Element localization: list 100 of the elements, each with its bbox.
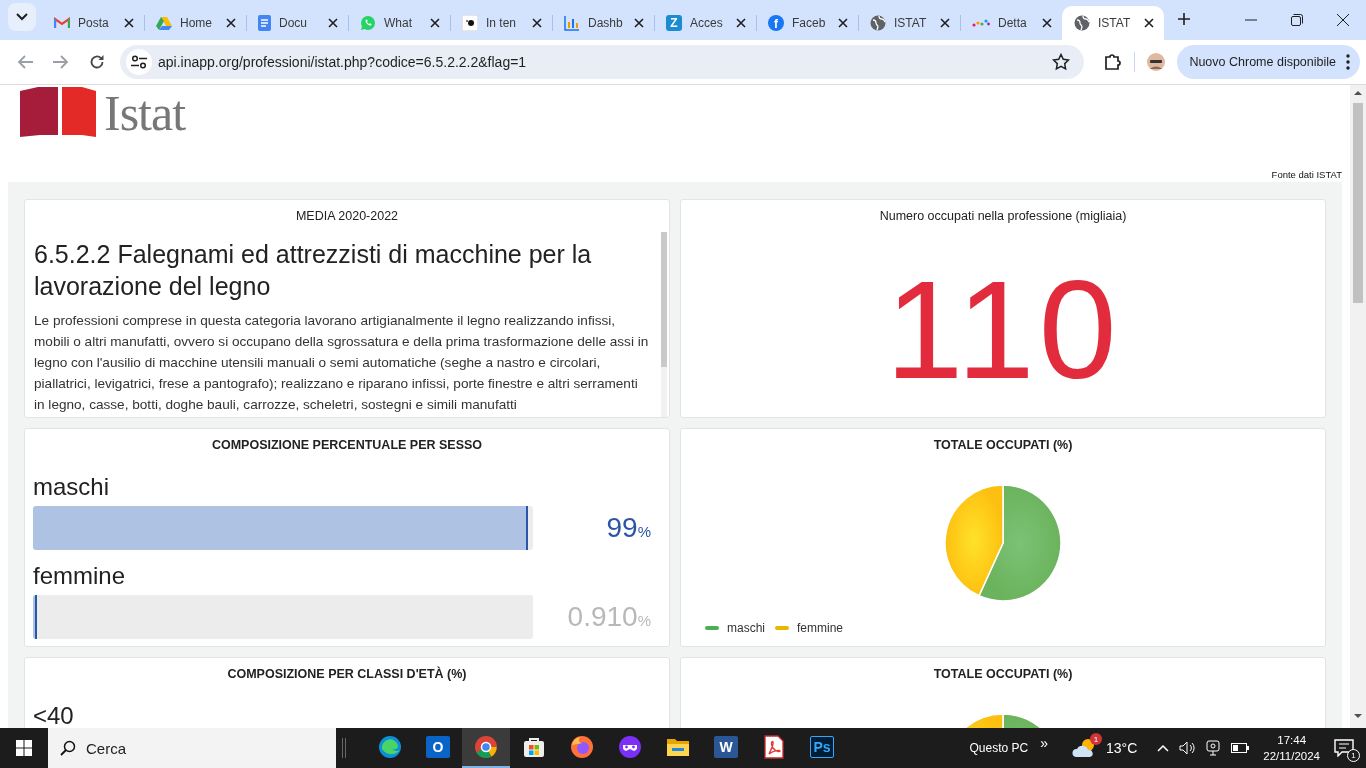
tab-title: Detta <box>998 16 1028 30</box>
taskbar-app[interactable]: Ps <box>798 728 846 768</box>
tab-search-button[interactable] <box>8 3 36 31</box>
more-vertical-icon <box>1346 54 1350 70</box>
chevron-up-icon[interactable] <box>1157 744 1170 752</box>
temperature-text[interactable]: 13°C <box>1106 740 1138 756</box>
more-toolbars-button[interactable]: » <box>1040 735 1048 751</box>
site-settings-icon[interactable] <box>131 55 147 69</box>
close-icon[interactable] <box>940 18 950 28</box>
card-header: COMPOSIZIONE PERCENTUALE PER SESSO <box>210 437 484 454</box>
camera-icon[interactable] <box>1205 740 1222 756</box>
card-header: Numero occupati nella professione (migliaia) <box>878 208 1128 225</box>
bar-label: <40 <box>32 701 75 728</box>
restore-icon <box>1291 14 1303 26</box>
url-text: api.inapp.org/professioni/istat.php?codice=6.5.2.2.2&flag=1 <box>158 54 527 70</box>
legend-label[interactable]: maschi <box>727 621 765 635</box>
windows-start-icon[interactable] <box>16 740 32 756</box>
tab-title: Acces <box>690 16 724 30</box>
dots-icon <box>972 18 990 28</box>
notification-badge: 1 <box>1090 733 1102 745</box>
tab-title: Dashb <box>588 16 624 30</box>
mask-icon <box>618 735 642 759</box>
taskbar-toolbar-label[interactable]: Questo PC <box>969 741 1029 755</box>
app-logo: Ps <box>810 736 834 758</box>
back-arrow-icon[interactable] <box>17 55 33 69</box>
card-header: MEDIA 2020-2022 <box>294 208 400 225</box>
taskbar-app[interactable]: O <box>414 728 462 768</box>
browser-tab[interactable]: ISTAT <box>858 6 960 40</box>
tab-title: Posta <box>78 16 110 30</box>
card-header: TOTALE OCCUPATI (%) <box>932 666 1074 683</box>
chevron-down-icon <box>16 13 28 21</box>
fox-circle-icon <box>570 735 594 759</box>
minimize-icon <box>1245 19 1257 21</box>
close-icon[interactable] <box>838 18 848 28</box>
card-header: TOTALE OCCUPATI (%) <box>932 437 1074 454</box>
app-logo: W <box>714 736 738 758</box>
avatar-icon[interactable] <box>1146 52 1167 72</box>
tab-title: ISTAT <box>894 16 928 30</box>
star-icon[interactable] <box>1052 53 1071 71</box>
browser-tab[interactable]: Posta <box>42 6 144 40</box>
app-logo: O <box>426 736 450 758</box>
close-icon[interactable] <box>1042 18 1052 28</box>
tab-title: Home <box>180 16 213 30</box>
close-icon[interactable] <box>328 18 338 28</box>
browser-tab[interactable]: f Faceb <box>756 6 858 40</box>
logo-text: Istat <box>104 89 186 137</box>
close-icon[interactable] <box>634 18 644 28</box>
logo-mark-icon <box>20 87 96 137</box>
bar-chart-icon <box>564 15 580 31</box>
close-icon[interactable] <box>532 18 542 28</box>
forward-arrow-icon[interactable] <box>53 55 69 69</box>
taskbar-app[interactable] <box>462 728 510 768</box>
browser-tab[interactable]: Home <box>144 6 246 40</box>
clock[interactable]: 17:44 22/11/2024 <box>1263 732 1320 764</box>
chat-icon <box>360 15 376 31</box>
close-icon[interactable] <box>430 18 440 28</box>
browser-tab[interactable]: Z Acces <box>654 6 756 40</box>
tab-title: In ten <box>486 16 518 30</box>
browser-tab[interactable]: Dashb <box>552 6 654 40</box>
close-icon[interactable] <box>124 18 134 28</box>
employee-count: 110 <box>884 260 1122 400</box>
browser-tab[interactable]: Docu <box>246 6 348 40</box>
tab-title: Faceb <box>792 16 827 30</box>
search-field[interactable]: Cerca <box>48 728 336 768</box>
plus-icon <box>1178 12 1190 25</box>
tab-title: Docu <box>279 16 308 30</box>
close-icon[interactable] <box>736 18 746 28</box>
speaker-icon[interactable] <box>1179 741 1196 755</box>
shopping-bag-icon <box>522 735 546 759</box>
globe-icon <box>870 15 886 31</box>
taskbar-app[interactable]: W <box>702 728 750 768</box>
legend-label[interactable]: femmine <box>797 621 844 635</box>
battery-icon[interactable] <box>1231 743 1250 753</box>
scrollbar-thumb[interactable] <box>661 232 667 367</box>
puzzle-icon[interactable] <box>1104 53 1123 71</box>
scrollbar[interactable] <box>661 232 667 417</box>
app-logo: f <box>768 15 784 31</box>
tab-title: What <box>384 16 413 30</box>
reload-icon[interactable] <box>89 54 105 70</box>
mail-icon <box>54 17 70 29</box>
browser-tab[interactable]: In ten <box>450 6 552 40</box>
source-note: Fonte dati ISTAT <box>1271 169 1342 180</box>
browser-tab[interactable]: ISTAT <box>1062 6 1164 40</box>
folder-icon <box>666 736 690 758</box>
browser-tab[interactable]: What <box>348 6 450 40</box>
swirl-icon <box>378 735 402 759</box>
tab-title: ISTAT <box>1098 16 1132 30</box>
triangle-icon <box>156 16 172 30</box>
close-icon[interactable] <box>226 18 236 28</box>
circle-logo-icon <box>474 735 498 759</box>
chat-bubble-icon[interactable] <box>1334 739 1354 757</box>
address-bar[interactable]: api.inapp.org/professioni/istat.php?codice=6.5.2.2.2&flag=1 <box>120 45 1085 79</box>
update-chrome-button[interactable]: Nuovo Chrome disponibile <box>1177 45 1360 79</box>
page-scrollbar[interactable] <box>1350 85 1366 728</box>
percent-value: 99% <box>605 512 652 544</box>
page-icon <box>462 15 478 31</box>
app-logo: Z <box>666 15 682 31</box>
close-icon[interactable] <box>1144 18 1154 28</box>
card-header: COMPOSIZIONE PER CLASSI D'ETÀ (%) <box>226 665 468 683</box>
browser-tab[interactable]: Detta <box>960 6 1062 40</box>
